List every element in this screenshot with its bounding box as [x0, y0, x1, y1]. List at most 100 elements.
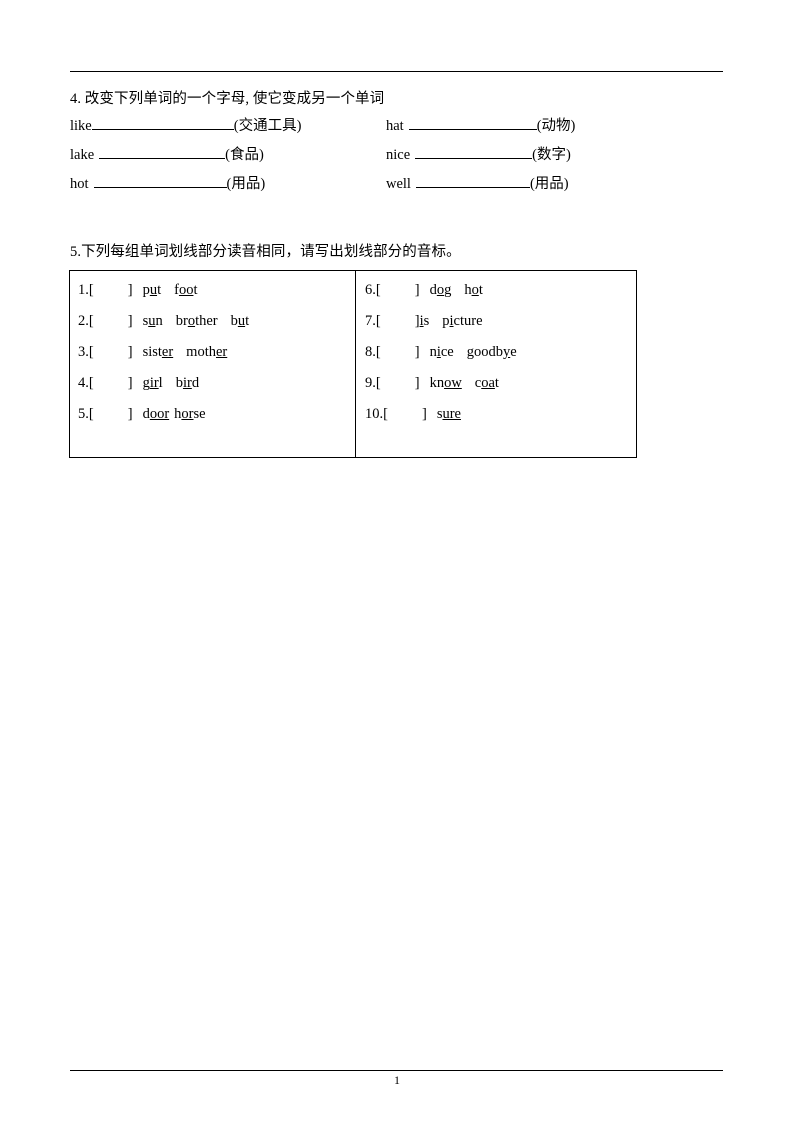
- word-with-underlined-part: sure: [437, 403, 461, 425]
- word-with-underlined-part: hot: [464, 279, 483, 301]
- phonetic-item-row: 5.[] door horse: [78, 403, 355, 434]
- answer-bracket-open: [: [375, 282, 381, 298]
- word-prefix: moth: [186, 344, 216, 360]
- word-with-underlined-part: foot: [174, 279, 197, 301]
- answer-blank[interactable]: [93, 174, 227, 188]
- word-group: know coat: [430, 372, 499, 394]
- category-hint: (动物): [536, 118, 576, 134]
- category-hint: (交通工具): [233, 118, 302, 134]
- word-prefix: p: [442, 313, 450, 329]
- footer-rule: [70, 1070, 723, 1071]
- category-hint: (用品): [226, 176, 266, 192]
- underlined-letters: er: [161, 344, 174, 360]
- word-suffix: l: [158, 375, 163, 391]
- section4-item-hat: hat (动物): [386, 116, 575, 136]
- word-suffix: t: [193, 282, 198, 298]
- word-prefix: kn: [429, 375, 445, 391]
- word-prefix: d: [429, 282, 437, 298]
- underlined-letters: or: [181, 406, 194, 422]
- word-with-underlined-part: put: [143, 279, 162, 301]
- word-prefix: sist: [142, 344, 162, 360]
- answer-bracket-open: [: [375, 313, 381, 329]
- phonetic-item-row: 1.[] put foot: [78, 279, 355, 310]
- answer-bracket-open: [: [383, 406, 388, 422]
- table-column-left: 1.[] put foot 2.[] sun brother but 3.[] sister mo…: [70, 271, 355, 457]
- word-suffix: ce: [440, 344, 454, 360]
- word-suffix: g: [444, 282, 452, 298]
- answer-bracket-close: ]: [414, 282, 420, 298]
- phonetic-item-row: 3.[] sister mother: [78, 341, 355, 372]
- word-with-underlined-part: goodbye: [467, 341, 517, 363]
- category-hint: (食品): [225, 147, 264, 163]
- answer-blank[interactable]: [415, 145, 533, 159]
- word-group: girl bird: [143, 372, 200, 394]
- answer-blank[interactable]: [99, 145, 226, 159]
- word-suffix: t: [478, 282, 483, 298]
- word-suffix: ther: [195, 313, 218, 329]
- phonetic-item-row: 10.[] sure: [365, 403, 638, 434]
- item-number: 4.: [78, 375, 89, 391]
- page-number: 1: [394, 1073, 400, 1087]
- underlined-letters: o: [187, 313, 196, 329]
- section5-title: 5.下列每组单词划线部分读音相同，请写出划线部分的音标。: [70, 244, 461, 260]
- word-with-underlined-part: picture: [442, 310, 482, 332]
- section4-item-hot: hot (用品): [70, 174, 265, 194]
- word-prefix: goodb: [466, 344, 503, 360]
- word-with-underlined-part: coat: [475, 372, 499, 394]
- underlined-letters: ure: [442, 406, 461, 422]
- section4-item-nice: nice (数字): [386, 145, 571, 165]
- word-prompt: hat: [386, 118, 404, 134]
- underlined-letters: ir: [149, 375, 159, 391]
- answer-bracket-close: ]: [127, 344, 133, 360]
- underlined-letters: ow: [444, 375, 462, 391]
- phonetic-item-row: 4.[] girl bird: [78, 372, 355, 403]
- word-prefix: g: [142, 375, 150, 391]
- answer-bracket-close: ]: [127, 282, 133, 298]
- answer-bracket-open: [: [88, 406, 94, 422]
- worksheet-page: 4. 改变下列单词的一个字母, 使它变成另一个单词 like (交通工具) hat…: [0, 0, 794, 1123]
- word-prompt: nice: [386, 147, 411, 163]
- word-with-underlined-part: but: [231, 310, 250, 332]
- word-suffix: e: [510, 344, 517, 360]
- word-with-underlined-part: horse: [174, 403, 205, 425]
- underlined-letters: oa: [481, 375, 495, 391]
- category-hint: (用品): [529, 176, 569, 192]
- answer-bracket-open: [: [88, 375, 94, 391]
- answer-bracket-open: [: [88, 313, 94, 329]
- answer-bracket-open: [: [88, 344, 94, 360]
- word-with-underlined-part: brother: [176, 310, 218, 332]
- word-group: sun brother but: [143, 310, 250, 332]
- word-prompt: lake: [70, 147, 95, 163]
- answer-bracket-close: ]: [421, 406, 427, 422]
- answer-bracket-close: ]: [127, 406, 133, 422]
- word-with-underlined-part: girl: [143, 372, 163, 394]
- phonetic-item-row: 8.[] nice goodbye: [365, 341, 638, 372]
- word-suffix: t: [494, 375, 499, 391]
- word-prefix: b: [175, 375, 183, 391]
- item-number: 3.: [78, 344, 89, 360]
- word-prefix: h: [464, 282, 472, 298]
- word-suffix: s: [423, 313, 430, 329]
- answer-blank[interactable]: [91, 116, 234, 130]
- word-prompt: well: [386, 176, 411, 192]
- item-number: 5.: [78, 406, 89, 422]
- item-number: 9.: [365, 375, 376, 391]
- word-prompt: hot: [70, 176, 89, 192]
- underlined-letters: o: [436, 282, 445, 298]
- section4-item-lake: lake (食品): [70, 145, 264, 165]
- answer-blank[interactable]: [408, 116, 537, 130]
- section4-row: like (交通工具) hat (动物): [70, 116, 730, 145]
- word-with-underlined-part: is: [420, 310, 430, 332]
- word-prompt: like: [70, 118, 92, 134]
- word-with-underlined-part: door: [143, 403, 170, 425]
- table-column-right: 6.[] dog hot 7.[]is picture 8.[] nice goodbye 9.…: [356, 271, 638, 457]
- word-prefix: d: [142, 406, 150, 422]
- section4-title: 4. 改变下列单词的一个字母, 使它变成另一个单词: [70, 91, 385, 107]
- underlined-letters: u: [149, 282, 158, 298]
- word-with-underlined-part: mother: [186, 341, 227, 363]
- phonetic-item-row: 2.[] sun brother but: [78, 310, 355, 341]
- item-number: 7.: [365, 313, 376, 329]
- section4-item-well: well (用品): [386, 174, 569, 194]
- answer-bracket-close: ]: [127, 375, 133, 391]
- answer-blank[interactable]: [415, 174, 530, 188]
